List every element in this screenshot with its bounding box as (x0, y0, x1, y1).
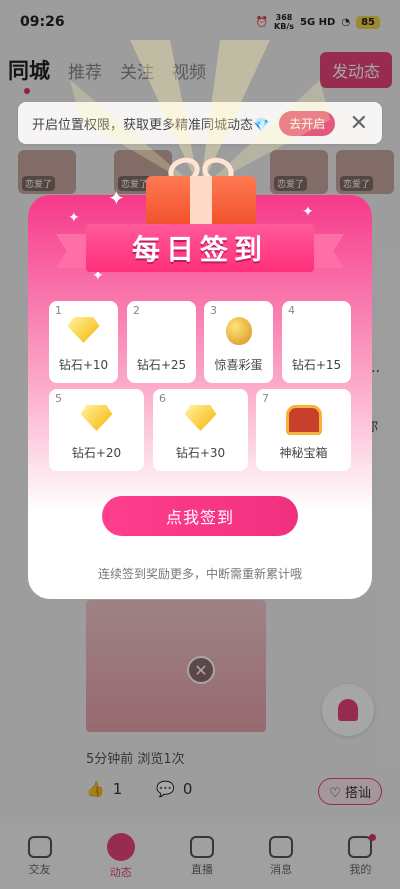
day-number: 4 (288, 304, 295, 317)
checkin-day-6[interactable]: 6 钻石+30 (153, 389, 248, 471)
diamond-icon (184, 405, 217, 431)
checkin-day-5[interactable]: 5 钻石+20 (49, 389, 144, 471)
checkin-day-4[interactable]: 4 钻石+15 (282, 301, 351, 383)
day-reward: 钻石+15 (291, 358, 342, 372)
signin-button[interactable]: 点我签到 (102, 496, 298, 536)
diamond-icon (80, 405, 113, 431)
checkin-tip: 连续签到奖励更多，中断需重新累计哦 (97, 567, 302, 581)
day-number: 5 (55, 392, 62, 405)
day-number: 3 (210, 304, 217, 317)
day-number: 2 (133, 304, 140, 317)
close-icon[interactable]: ✕ (350, 111, 368, 136)
sparkle-icon: ✦ (302, 204, 314, 220)
checkin-day-1[interactable]: 1 钻石+10 (49, 301, 118, 383)
golden-egg-icon (225, 317, 252, 345)
modal-title: 每日签到 (86, 224, 314, 272)
day-reward: 钻石+10 (58, 358, 109, 372)
checkin-day-7[interactable]: 7 神秘宝箱 (256, 389, 351, 471)
title-banner: 每日签到 (56, 224, 344, 274)
day-number: 6 (159, 392, 166, 405)
day-reward: 钻石+25 (136, 358, 187, 372)
treasure-chest-icon (285, 405, 322, 435)
checkin-day-2[interactable]: 2 钻石+25 (127, 301, 196, 383)
day-number: 1 (55, 304, 62, 317)
checkin-day-3[interactable]: 3 惊喜彩蛋 (204, 301, 273, 383)
day-reward: 神秘宝箱 (279, 446, 328, 460)
day-reward: 惊喜彩蛋 (214, 358, 263, 372)
sparkle-icon: ✦ (108, 186, 125, 210)
day-reward: 钻石+30 (175, 446, 226, 460)
day-number: 7 (262, 392, 269, 405)
gift-box-icon (146, 153, 256, 228)
day-reward: 钻石+20 (71, 446, 122, 460)
diamond-icon (67, 317, 100, 343)
